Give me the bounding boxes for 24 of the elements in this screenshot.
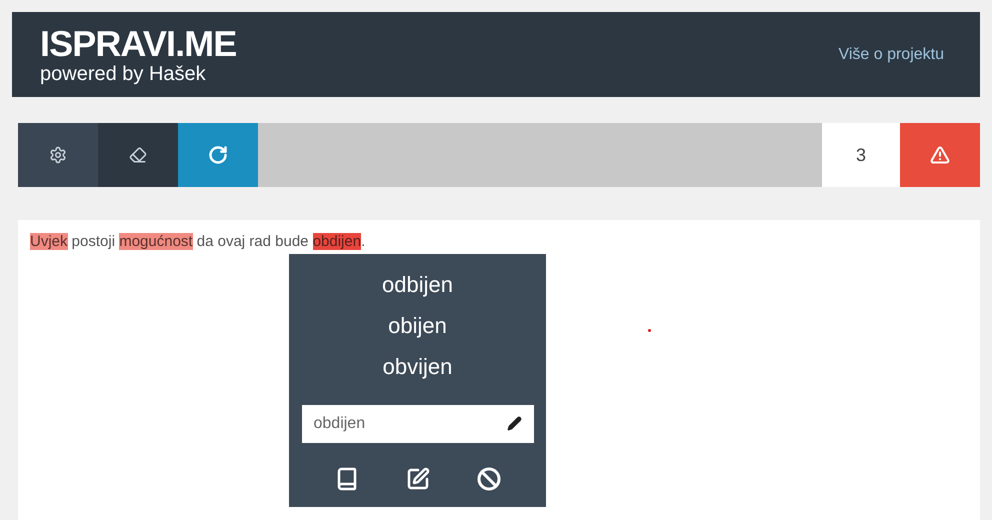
- sentence-text: .: [361, 233, 366, 250]
- pencil-icon: [506, 416, 522, 431]
- suggestion-item[interactable]: obvijen: [382, 346, 452, 387]
- settings-icon: [49, 146, 67, 164]
- logo-subtitle: powered by Hašek: [40, 64, 207, 84]
- error-count: 3: [822, 123, 900, 187]
- misspelled-word[interactable]: mogućnost: [119, 233, 193, 250]
- correction-field[interactable]: obdijen: [302, 405, 534, 443]
- refresh-icon: [208, 145, 228, 165]
- edit-icon: [406, 467, 430, 491]
- warning-button[interactable]: [900, 123, 980, 187]
- dot-mark: [648, 329, 651, 332]
- misspelled-word[interactable]: Uvjek: [30, 233, 68, 250]
- ban-icon: [476, 467, 500, 491]
- logo-title: ISPRAVI.ME: [40, 26, 236, 62]
- sentence-text: postoji: [70, 233, 116, 250]
- about-link[interactable]: Više o projektu: [838, 42, 944, 66]
- eraser-icon: [129, 146, 147, 164]
- warning-icon: [930, 145, 950, 165]
- suggestion-item[interactable]: odbijen: [382, 264, 453, 305]
- suggestion-item[interactable]: obijen: [388, 305, 447, 346]
- refresh-button[interactable]: [178, 123, 258, 187]
- settings-button[interactable]: [18, 123, 98, 187]
- sentence-text: da ovaj rad bude: [196, 233, 310, 250]
